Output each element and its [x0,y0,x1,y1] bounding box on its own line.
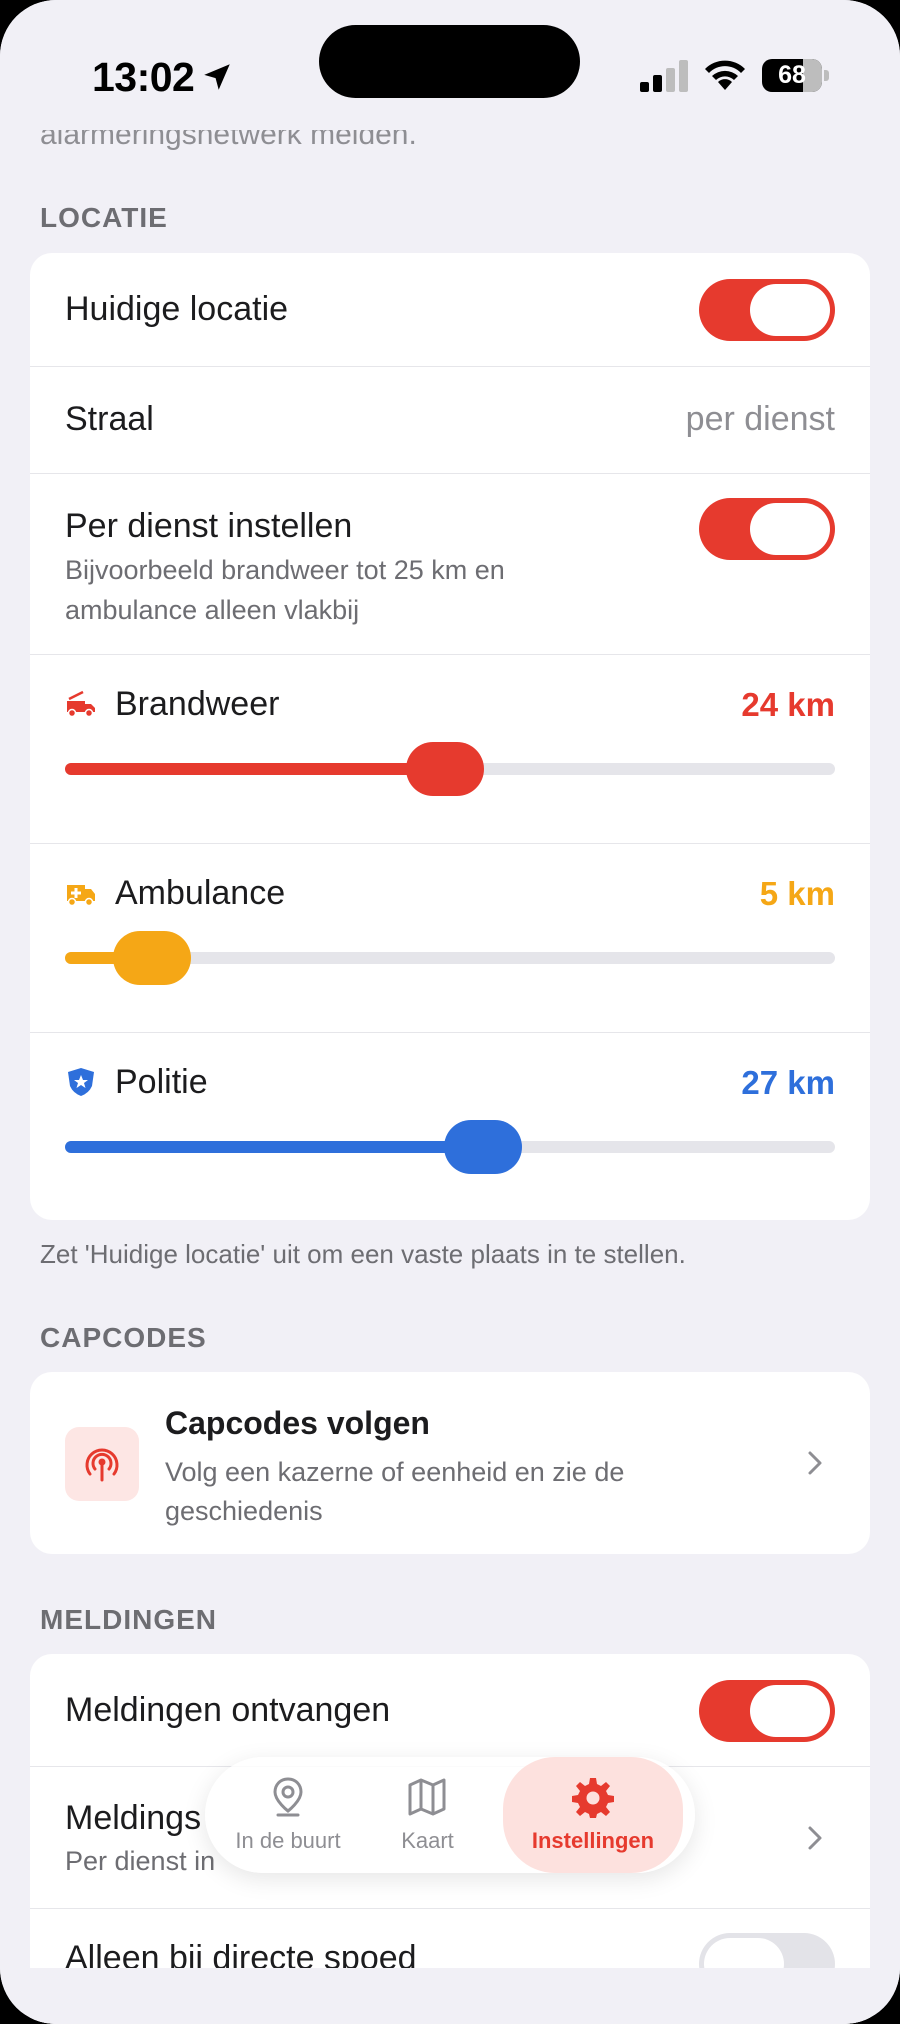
meldings-label: Meldings [65,1799,202,1837]
locatie-card: Huidige locatie Straal per dienst Per di… [30,253,870,1220]
chevron-right-icon [808,1826,822,1850]
straal-value: per dienst [685,400,835,438]
row-meldingen-ontvangen[interactable]: Meldingen ontvangen [30,1654,870,1766]
section-header-meldingen: MELDINGEN [40,1604,217,1635]
status-time: 13:02 [92,54,195,100]
service-name: Politie [115,1063,208,1101]
row-huidige-locatie[interactable]: Huidige locatie [30,253,870,366]
toggle-knob [750,1685,830,1737]
meldingen-ontvangen-toggle[interactable] [699,1680,835,1742]
police-badge-icon [68,1068,94,1096]
locatie-footnote: Zet 'Huidige locatie' uit om een vaste p… [40,1239,686,1269]
straal-label: Straal [65,400,154,438]
status-bar: 13:02 68 [0,0,900,130]
service-name: Brandweer [115,685,280,723]
slider-fill [65,763,435,775]
row-straal[interactable]: Straal per dienst [30,366,870,473]
tab-label: Kaart [401,1828,454,1853]
brandweer-slider[interactable] [65,742,835,796]
service-distance: 24 km [741,686,835,723]
tab-kaart[interactable]: Kaart [375,1757,480,1873]
location-arrow-icon [204,64,230,90]
slider-thumb[interactable] [444,1120,523,1174]
service-name: Ambulance [115,874,286,912]
per-dienst-toggle[interactable] [699,498,835,560]
section-header-capcodes: CAPCODES [40,1322,207,1353]
service-distance: 27 km [741,1064,835,1101]
tab-label: Instellingen [531,1828,655,1853]
antenna-icon [85,1448,119,1482]
toggle-knob [750,284,830,336]
huidige-locatie-label: Huidige locatie [65,290,289,328]
location-pin-icon [273,1777,303,1817]
per-dienst-label: Per dienst instellen [65,507,353,545]
slider-fill [65,1141,474,1153]
service-distance: 5 km [759,875,835,912]
row-per-dienst[interactable]: Per dienst instellen Bijvoorbeeld brandw… [30,473,870,654]
meldings-description: Per dienst in [65,1846,216,1876]
ambulance-icon [67,885,95,907]
huidige-locatie-toggle[interactable] [699,279,835,341]
capcodes-icon-box [65,1427,139,1501]
fire-truck-icon [67,690,95,718]
wifi-icon [705,60,745,90]
capcodes-description-2: geschiedenis [165,1496,323,1526]
per-dienst-description-1: Bijvoorbeeld brandweer tot 25 km en [65,555,505,585]
battery-cap [824,70,829,81]
home-indicator-area [0,1968,900,2024]
tab-label: In de buurt [235,1828,341,1853]
phone-screen: 13:02 68 alarmeringsnetwerk melden. LOCA… [0,0,900,2024]
battery-indicator: 68 [762,59,830,92]
ambulance-slider[interactable] [65,931,835,985]
section-header-locatie: LOCATIE [40,202,168,233]
battery-percentage: 68 [778,61,806,89]
tab-instellingen[interactable]: Instellingen [503,1757,683,1873]
tab-in-de-buurt[interactable]: In de buurt [213,1757,363,1873]
service-row-politie: Politie 27 km [30,1032,870,1220]
per-dienst-description-2: ambulance alleen vlakbij [65,595,360,625]
meldingen-ontvangen-label: Meldingen ontvangen [65,1691,391,1729]
cellular-signal-icon [640,60,688,92]
tab-bar: In de buurt Kaart Instellingen [205,1757,695,1873]
service-row-brandweer: Brandweer 24 km [30,654,870,843]
map-icon [408,1778,446,1816]
capcodes-card[interactable]: Capcodes volgen Volg een kazerne of eenh… [30,1372,870,1554]
capcodes-description-1: Volg een kazerne of eenheid en zie de [165,1457,625,1487]
battery-body: 68 [762,59,822,92]
slider-thumb[interactable] [405,742,484,796]
service-row-ambulance: Ambulance 5 km [30,843,870,1032]
toggle-knob [750,503,830,555]
gear-icon [572,1778,614,1818]
slider-thumb[interactable] [113,931,191,985]
dynamic-island [319,25,580,98]
chevron-right-icon [808,1451,822,1475]
capcodes-title: Capcodes volgen [165,1405,430,1441]
politie-slider[interactable] [65,1120,835,1174]
